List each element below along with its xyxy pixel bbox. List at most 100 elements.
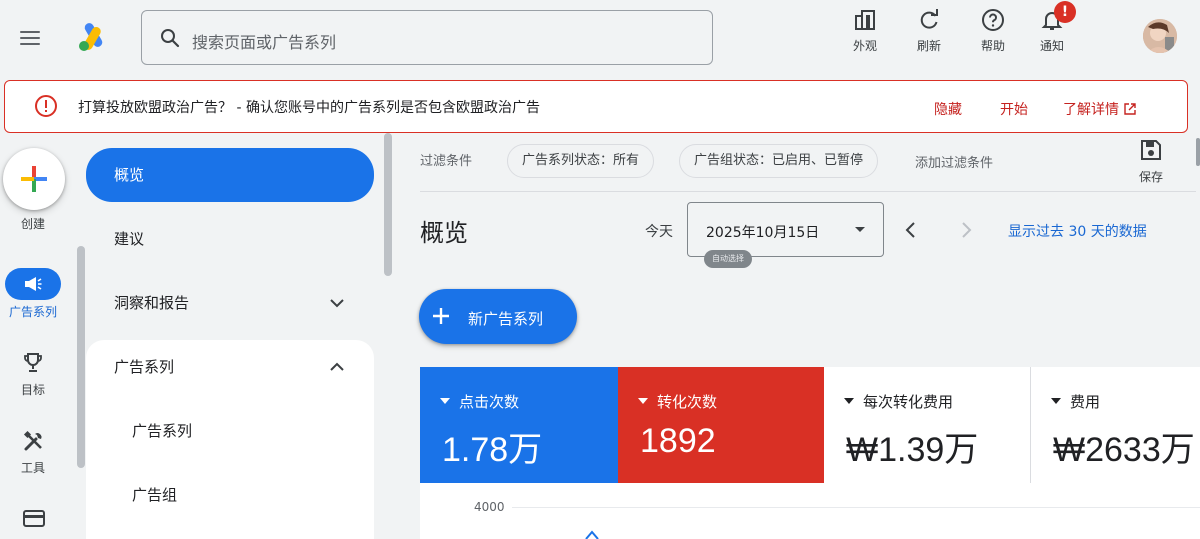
help-label: 帮助 bbox=[980, 39, 1005, 53]
save-label: 保存 bbox=[1138, 170, 1163, 184]
show-last-30-days-link[interactable]: 显示过去 30 天的数据 bbox=[1008, 221, 1147, 241]
appearance-button[interactable]: 外观 bbox=[837, 8, 893, 54]
dropdown-arrow-icon bbox=[855, 227, 865, 232]
notification-badge: ! bbox=[1054, 1, 1076, 23]
search-icon bbox=[161, 29, 180, 48]
rail-item-goals[interactable]: 目标 bbox=[0, 346, 66, 398]
new-campaign-label: 新广告系列 bbox=[468, 310, 544, 328]
performance-chart: 4000 bbox=[420, 483, 1200, 539]
nav-label-campaigns-section: 广告系列 bbox=[114, 358, 175, 376]
date-tooltip: 自动选择 bbox=[704, 250, 752, 268]
chevron-down-icon bbox=[330, 299, 344, 308]
metric-header: 每次转化费用 bbox=[844, 391, 953, 412]
metric-header: 点击次数 bbox=[440, 391, 519, 412]
search-input[interactable]: 搜索页面或广告系列 bbox=[141, 10, 713, 65]
nav-item-recommendations[interactable]: 建议 bbox=[86, 212, 374, 264]
credit-card-icon bbox=[23, 510, 45, 527]
metric-value: 1.78万 bbox=[442, 431, 543, 469]
rail-label-tools: 工具 bbox=[20, 461, 45, 475]
nav-label-ad-groups: 广告组 bbox=[132, 486, 178, 504]
help-button[interactable]: 帮助 bbox=[965, 8, 1021, 54]
create-label: 创建 bbox=[20, 217, 45, 231]
filter-chip-campaign-status[interactable]: 广告系列状态：所有 bbox=[507, 144, 655, 178]
appearance-label: 外观 bbox=[852, 39, 877, 53]
chart-gridline bbox=[512, 507, 1200, 508]
metric-value: ₩1.39万 bbox=[846, 431, 979, 469]
nav-label-campaigns: 广告系列 bbox=[132, 422, 193, 440]
metric-dropdown-icon bbox=[440, 398, 450, 404]
search-placeholder: 搜索页面或广告系列 bbox=[192, 33, 337, 52]
rail-scrollbar[interactable] bbox=[77, 246, 85, 468]
eu-political-ads-alert: 打算投放欧盟政治广告？ - 确认您账号中的广告系列是否包含欧盟政治广告 隐藏 开… bbox=[4, 80, 1188, 133]
rail-item-tools[interactable]: 工具 bbox=[0, 424, 66, 476]
refresh-icon bbox=[920, 9, 938, 29]
plus-icon bbox=[433, 308, 449, 324]
menu-icon[interactable] bbox=[18, 26, 44, 48]
metric-card-clicks[interactable]: 点击次数 1.78万 bbox=[420, 367, 618, 483]
top-bar: 搜索页面或广告系列 外观 刷新 帮助 ! 通知 bbox=[0, 0, 1200, 78]
new-campaign-button[interactable]: 新广告系列 bbox=[419, 289, 577, 344]
filter-divider bbox=[420, 191, 1196, 192]
error-icon bbox=[35, 95, 57, 117]
appearance-icon bbox=[855, 10, 875, 30]
metric-header: 费用 bbox=[1051, 391, 1100, 412]
alert-learn-more-link[interactable]: 了解详情 bbox=[1063, 99, 1136, 119]
date-value: 2025年10月15日 bbox=[706, 225, 820, 241]
plus-icon bbox=[21, 166, 47, 192]
megaphone-icon bbox=[25, 277, 42, 291]
nav-scrollbar[interactable] bbox=[384, 133, 392, 276]
avatar-photo bbox=[1143, 19, 1177, 53]
page-title: 概览 bbox=[420, 219, 468, 247]
refresh-button[interactable]: 刷新 bbox=[901, 8, 957, 54]
metric-card-conversions[interactable]: 转化次数 1892 bbox=[618, 367, 824, 483]
nav-item-insights[interactable]: 洞察和报告 bbox=[86, 276, 374, 328]
metric-dropdown-icon bbox=[844, 398, 854, 404]
create-button[interactable] bbox=[3, 148, 65, 210]
metric-card-cost-per-conversion[interactable]: 每次转化费用 ₩1.39万 bbox=[824, 367, 1030, 483]
main-scrollbar[interactable] bbox=[1196, 138, 1200, 166]
next-period-icon[interactable] bbox=[954, 218, 978, 242]
nav-item-campaigns-section[interactable]: 广告系列 bbox=[86, 340, 374, 392]
tools-icon bbox=[23, 430, 42, 451]
metric-value: 1892 bbox=[640, 422, 716, 460]
metric-label: 转化次数 bbox=[657, 393, 718, 411]
date-range-label: 今天 bbox=[645, 224, 673, 240]
nav-label-insights: 洞察和报告 bbox=[114, 294, 190, 312]
previous-period-icon[interactable] bbox=[899, 218, 923, 242]
help-icon bbox=[982, 9, 1004, 31]
nav-item-overview[interactable]: 概览 bbox=[86, 148, 374, 202]
alert-hide-button[interactable]: 隐藏 bbox=[934, 99, 962, 119]
alert-message: 打算投放欧盟政治广告？ - 确认您账号中的广告系列是否包含欧盟政治广告 bbox=[78, 100, 540, 116]
metric-label: 每次转化费用 bbox=[863, 393, 954, 411]
metric-header: 转化次数 bbox=[638, 391, 717, 412]
metric-label: 费用 bbox=[1070, 393, 1101, 411]
trophy-icon bbox=[24, 353, 42, 372]
refresh-label: 刷新 bbox=[916, 39, 941, 53]
avatar[interactable] bbox=[1143, 19, 1177, 53]
rail-label-campaigns: 广告系列 bbox=[8, 305, 57, 319]
nav-label-recommendations: 建议 bbox=[114, 230, 145, 248]
add-filter-button[interactable]: 添加过滤条件 bbox=[915, 152, 993, 171]
metric-card-cost[interactable]: 费用 ₩2633万 bbox=[1030, 367, 1200, 483]
nav-item-campaigns[interactable]: 广告系列 bbox=[86, 404, 374, 456]
metric-dropdown-icon bbox=[638, 398, 648, 404]
filter-chip-adgroup-status[interactable]: 广告组状态：已启用、已暂停 bbox=[679, 144, 879, 178]
save-button[interactable]: 保存 bbox=[1130, 139, 1172, 185]
rail-item-billing[interactable]: 结算 bbox=[0, 502, 66, 539]
chart-point-marker bbox=[585, 530, 599, 539]
notifications-label: 通知 bbox=[1039, 39, 1064, 53]
nav-item-ad-groups[interactable]: 广告组 bbox=[86, 468, 374, 520]
external-link-icon bbox=[1124, 103, 1136, 115]
metric-dropdown-icon bbox=[1051, 398, 1061, 404]
y-axis-tick: 4000 bbox=[474, 500, 505, 514]
metric-label: 点击次数 bbox=[459, 393, 520, 411]
save-icon bbox=[1141, 140, 1161, 160]
rail-item-campaigns[interactable]: 广告系列 bbox=[0, 268, 66, 320]
notifications-button[interactable]: ! 通知 bbox=[1024, 1, 1080, 54]
filters-label: 过滤条件 bbox=[420, 154, 473, 169]
alert-start-button[interactable]: 开始 bbox=[1000, 99, 1028, 119]
date-range-select[interactable]: 2025年10月15日 bbox=[687, 202, 884, 257]
chevron-up-icon bbox=[330, 362, 344, 371]
google-ads-logo[interactable] bbox=[76, 20, 110, 54]
metric-value: ₩2633万 bbox=[1053, 431, 1195, 469]
